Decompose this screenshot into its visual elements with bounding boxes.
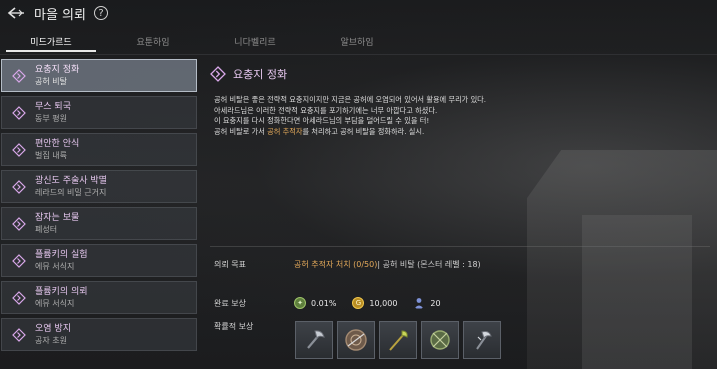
staff-icon: [389, 330, 408, 351]
orb-icon: [430, 330, 450, 350]
exp-value: 0.01%: [311, 298, 337, 308]
quest-diamond-icon: [12, 253, 26, 268]
tab-jotunheim[interactable]: 요툰하임: [102, 28, 204, 54]
quest-diamond-icon: [12, 142, 26, 157]
gold-coin-icon: G: [352, 297, 365, 309]
help-icon[interactable]: ?: [93, 6, 108, 20]
quest-location: 레라드의 비밀 근거지: [35, 188, 107, 197]
quest-title: 무스 퇴국: [35, 102, 71, 112]
tabs-divider: [0, 54, 717, 55]
quest-diamond-icon: [210, 66, 226, 82]
quest-location: 벌집 내륙: [35, 151, 67, 160]
reputation-value: 20: [430, 298, 441, 308]
quest-list: 요충지 정화공허 비탈 무스 퇴국동부 평원 편안한 안식벌집 내륙 광신도 주…: [1, 59, 197, 355]
page-title: 마을 의뢰: [34, 7, 86, 23]
hatchet-icon: [476, 331, 492, 350]
tab-nidavellir[interactable]: 니다벨리르: [204, 28, 306, 54]
region-tabs: 미드가르드 요툰하임 니다벨리르 알브하임: [0, 28, 717, 54]
person-icon: [414, 298, 424, 309]
objective-target: 공허 추적자 처치 (0/50): [294, 260, 378, 269]
background-building-detail: [582, 215, 692, 369]
reputation-reward: 20: [413, 297, 441, 309]
tab-alfheim[interactable]: 알브하임: [306, 28, 408, 54]
quest-title: 광신도 주술사 박멸: [35, 176, 107, 186]
description-line: 아세라드님은 이러한 전략적 요충지를 포기하기에는 너무 아깝다고 하셨다.: [214, 105, 438, 115]
probable-reward-label: 확률적 보상: [214, 322, 254, 331]
objective-location: | 공허 비탈 (몬스터 레벨 : 18): [377, 260, 481, 269]
description-line-last: 공허 비탈로 가서 공허 추적자를 처리하고 공허 비탈을 정화하라. 실시.: [214, 127, 544, 138]
quest-item[interactable]: 편안한 안식벌집 내륙: [1, 133, 197, 166]
objective-label: 의뢰 목표: [214, 260, 246, 269]
gold-reward: G 10,000: [352, 297, 397, 309]
description-text: 공허 비탈로 가서: [214, 126, 268, 136]
quest-description: 공허 비탈은 좋은 전략적 요충지이지만 지금은 공허에 오염되어 있어서 활용…: [214, 95, 544, 137]
exp-reward: ✦ 0.01%: [294, 297, 336, 309]
tab-midgard[interactable]: 미드가르드: [0, 28, 102, 54]
quest-detail: 요충지 정화: [210, 60, 540, 88]
description-line: 이 요충지를 다시 정화한다면 아세라드님의 부담을 덜어드릴 수 있을 터!: [214, 116, 430, 125]
detail-header: 요충지 정화: [210, 60, 540, 88]
exp-icon: ✦: [294, 297, 306, 309]
quest-item[interactable]: 플륨키의 의뢰에뮤 서식지: [1, 281, 197, 314]
quest-diamond-icon: [12, 327, 26, 342]
quest-diamond-icon: [12, 179, 26, 194]
quest-location: 동부 평원: [35, 114, 67, 123]
quest-title: 플륨키의 실험: [35, 250, 88, 260]
quest-diamond-icon: [12, 68, 26, 83]
quest-item[interactable]: 오염 방지공자 초원: [1, 318, 197, 351]
quest-location: 폐성터: [35, 225, 58, 234]
quest-item[interactable]: 잠자는 보물폐성터: [1, 207, 197, 240]
reward-slot[interactable]: [295, 321, 333, 359]
shield-icon: [345, 329, 367, 351]
objective-row: 의뢰 목표 공허 추적자 처치 (0/50) | 공허 비탈 (몬스터 레벨 :…: [214, 259, 481, 270]
completion-reward-label: 완료 보상: [214, 298, 246, 308]
description-line: 공허 비탈은 좋은 전략적 요충지이지만 지금은 공허에 오염되어 있어서 활용…: [214, 95, 487, 104]
probable-reward-slots: [295, 321, 505, 359]
quest-location: 에뮤 서식지: [35, 262, 75, 271]
detail-title: 요충지 정화: [233, 68, 288, 81]
reward-slot[interactable]: [421, 321, 459, 359]
description-text: 를 처리하고 공허 비탈을 정화하라. 실시.: [302, 126, 425, 136]
gold-value: 10,000: [369, 298, 398, 308]
quest-item[interactable]: 광신도 주술사 박멸레라드의 비밀 근거지: [1, 170, 197, 203]
quest-item[interactable]: 요충지 정화공허 비탈: [1, 59, 197, 92]
quest-title: 편안한 안식: [35, 139, 80, 149]
quest-location: 공자 초원: [35, 336, 67, 345]
description-highlight: 공허 추적자: [267, 126, 303, 136]
axe-icon: [307, 330, 325, 349]
quest-location: 에뮤 서식지: [35, 299, 75, 308]
quest-title: 플륨키의 의뢰: [35, 287, 88, 297]
quest-item[interactable]: 플륨키의 실험에뮤 서식지: [1, 244, 197, 277]
quest-diamond-icon: [12, 290, 26, 305]
detail-divider: [210, 246, 710, 247]
completion-reward-row: 완료 보상 ✦ 0.01% G 10,000 20: [214, 297, 457, 309]
reward-slot[interactable]: [337, 321, 375, 359]
quest-title: 잠자는 보물: [35, 213, 80, 223]
quest-title: 요충지 정화: [35, 65, 80, 75]
header: 마을 의뢰 ?: [0, 0, 717, 26]
quest-title: 오염 방지: [35, 324, 71, 334]
quest-location: 공허 비탈: [35, 77, 67, 86]
back-arrow-icon[interactable]: [6, 5, 26, 21]
quest-diamond-icon: [12, 105, 26, 120]
quest-item[interactable]: 무스 퇴국동부 평원: [1, 96, 197, 129]
reward-slot[interactable]: [379, 321, 417, 359]
quest-diamond-icon: [12, 216, 26, 231]
reward-slot[interactable]: [463, 321, 501, 359]
